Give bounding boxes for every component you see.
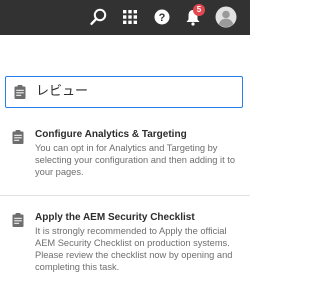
clipboard-icon xyxy=(12,130,24,144)
help-icon[interactable]: ? xyxy=(152,7,172,27)
bell-icon[interactable]: 5 xyxy=(183,4,205,27)
svg-text:?: ? xyxy=(159,12,166,24)
result-title: Apply the AEM Security Checklist xyxy=(35,212,195,223)
clipboard-icon xyxy=(12,213,24,227)
top-bar: ? 5 xyxy=(0,0,250,35)
result-description: It is strongly recommended to Apply the … xyxy=(35,226,233,272)
search-input[interactable] xyxy=(36,81,236,103)
result-description: You can opt in for Analytics and Targeti… xyxy=(35,143,236,177)
search-result-item[interactable]: Apply the AEM Security Checklist It is s… xyxy=(0,211,250,283)
search-icon[interactable] xyxy=(89,7,109,27)
search-field[interactable] xyxy=(5,76,243,108)
apps-grid-icon[interactable] xyxy=(120,7,140,27)
result-title: Configure Analytics & Targeting xyxy=(35,129,187,140)
search-result-item[interactable]: Configure Analytics & Targeting You can … xyxy=(0,128,250,188)
clipboard-icon xyxy=(14,85,26,99)
user-avatar-icon[interactable] xyxy=(215,6,237,28)
notification-badge: 5 xyxy=(193,4,205,16)
divider xyxy=(0,195,250,196)
